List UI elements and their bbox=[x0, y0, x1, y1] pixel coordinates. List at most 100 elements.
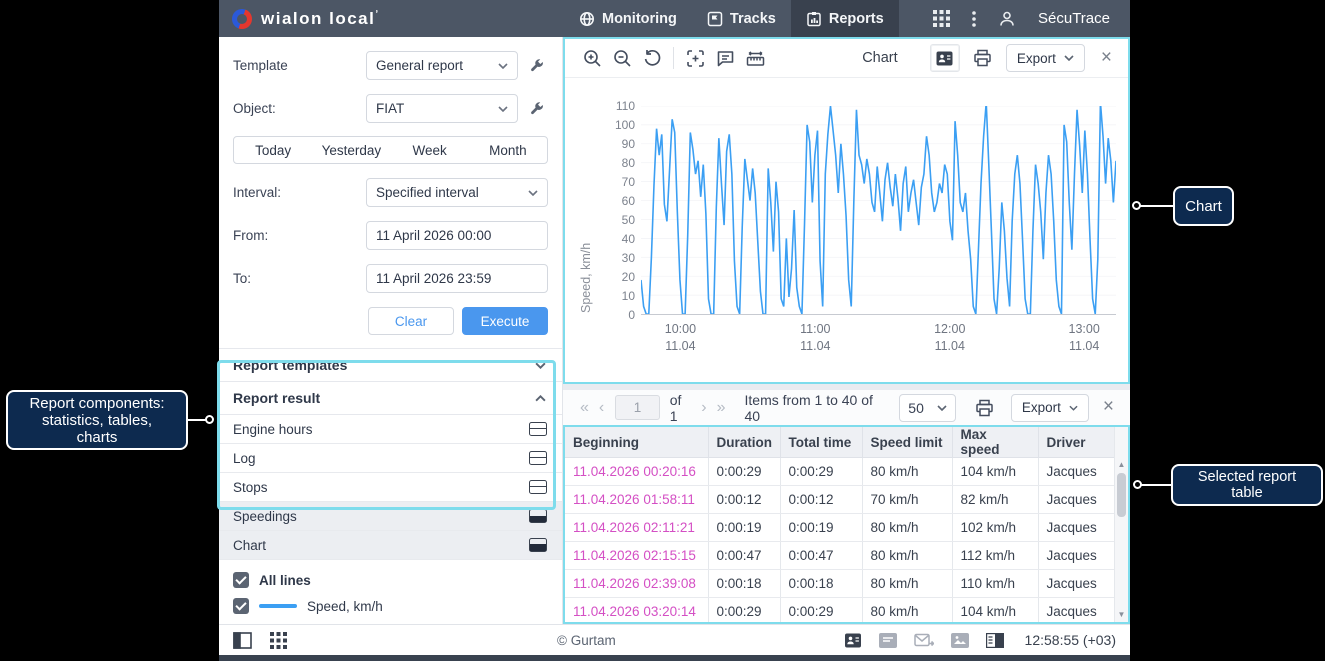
series-label: Speed, km/h bbox=[307, 599, 383, 614]
reset-zoom-icon[interactable] bbox=[637, 49, 667, 68]
col-beginning[interactable]: Beginning bbox=[565, 427, 708, 458]
window-bottom-edge bbox=[219, 655, 1130, 661]
split-view-icon[interactable] bbox=[986, 633, 1004, 648]
col-duration[interactable]: Duration bbox=[708, 427, 780, 458]
ruler-icon[interactable] bbox=[740, 49, 770, 68]
report-templates-section-header[interactable]: Report templates bbox=[219, 348, 562, 381]
col-total-time[interactable]: Total time bbox=[780, 427, 862, 458]
table-scrollbar[interactable]: ▲ ▼ bbox=[1114, 427, 1128, 622]
table-icon bbox=[529, 480, 547, 494]
component-item-engine-hours[interactable]: Engine hours bbox=[219, 415, 562, 444]
cell-total-time: 0:00:12 bbox=[780, 486, 862, 514]
component-item-stops[interactable]: Stops bbox=[219, 473, 562, 502]
first-page-button[interactable]: « bbox=[575, 399, 594, 417]
chart-close-icon[interactable]: × bbox=[1093, 48, 1118, 69]
clear-button[interactable]: Clear bbox=[368, 307, 454, 335]
table-row[interactable]: 11.04.2026 02:39:080:00:180:00:1880 km/h… bbox=[565, 570, 1114, 598]
object-select[interactable]: FIAT bbox=[366, 94, 518, 123]
plot-area[interactable] bbox=[641, 106, 1116, 315]
col-speed-limit[interactable]: Speed limit bbox=[862, 427, 952, 458]
last-page-button[interactable]: » bbox=[712, 399, 731, 417]
cell-driver: Jacques bbox=[1038, 486, 1114, 514]
object-settings-wrench-icon[interactable] bbox=[524, 101, 548, 116]
component-item-speedings[interactable]: Speedings bbox=[219, 502, 562, 531]
y-tick-label: 90 bbox=[622, 137, 635, 151]
object-row: Object: FIAT bbox=[233, 94, 548, 123]
username[interactable]: SécuTrace bbox=[1038, 10, 1110, 27]
scroll-down-arrow-icon[interactable]: ▼ bbox=[1115, 610, 1128, 619]
table-close-icon[interactable]: × bbox=[1095, 397, 1120, 418]
table-export-button[interactable]: Export bbox=[1011, 394, 1089, 422]
to-date-input[interactable]: 11 April 2026 23:59 bbox=[366, 264, 548, 293]
cell-duration: 0:00:29 bbox=[708, 458, 780, 486]
zoom-out-icon[interactable] bbox=[607, 49, 637, 68]
template-select[interactable]: General report bbox=[366, 51, 518, 80]
cell-duration: 0:00:47 bbox=[708, 542, 780, 570]
range-today-button[interactable]: Today bbox=[234, 143, 312, 158]
mail-forward-icon[interactable] bbox=[914, 633, 934, 648]
execute-button[interactable]: Execute bbox=[462, 307, 548, 335]
legend-toggle-button[interactable] bbox=[930, 44, 960, 72]
report-result-section-header[interactable]: Report result bbox=[219, 381, 562, 415]
zoom-in-icon[interactable] bbox=[577, 49, 607, 68]
add-selection-icon[interactable] bbox=[680, 49, 710, 68]
tab-monitoring[interactable]: Monitoring bbox=[564, 0, 692, 37]
cell-duration: 0:00:12 bbox=[708, 486, 780, 514]
y-tick-label: 60 bbox=[622, 194, 635, 208]
component-item-log[interactable]: Log bbox=[219, 444, 562, 473]
table-row[interactable]: 11.04.2026 02:11:210:00:190:00:1980 km/h… bbox=[565, 514, 1114, 542]
table-print-icon[interactable] bbox=[970, 399, 999, 417]
range-month-button[interactable]: Month bbox=[469, 143, 547, 158]
object-value: FIAT bbox=[376, 101, 404, 116]
more-options-icon[interactable] bbox=[972, 11, 976, 27]
page-size-select[interactable]: 50 bbox=[899, 394, 956, 422]
all-lines-label: All lines bbox=[259, 573, 311, 588]
cell-duration: 0:00:29 bbox=[708, 598, 780, 625]
cell-beginning: 11.04.2026 02:39:08 bbox=[565, 570, 708, 598]
components-callout-label: Report components: statistics, tables, c… bbox=[20, 395, 174, 446]
template-settings-wrench-icon[interactable] bbox=[524, 58, 548, 73]
prev-page-button[interactable]: ‹ bbox=[594, 399, 609, 417]
from-date-input[interactable]: 11 April 2026 00:00 bbox=[366, 221, 548, 250]
print-icon[interactable] bbox=[968, 49, 998, 67]
tooltip-message-icon[interactable] bbox=[710, 49, 740, 68]
chart-export-button[interactable]: Export bbox=[1006, 44, 1085, 72]
y-tick-label: 20 bbox=[622, 270, 635, 284]
chart-body: Speed, km/h 0102030405060708090100110 10… bbox=[565, 78, 1128, 381]
bottom-apps-grid-icon[interactable] bbox=[270, 632, 287, 649]
table-callout-label: Selected report table bbox=[1185, 469, 1309, 501]
table-row[interactable]: 11.04.2026 00:20:160:00:290:00:2980 km/h… bbox=[565, 458, 1114, 486]
scrollbar-thumb[interactable] bbox=[1117, 473, 1126, 517]
table-callout-connector bbox=[1141, 484, 1171, 486]
y-tick-label: 50 bbox=[622, 213, 635, 227]
contacts-card-icon[interactable] bbox=[844, 633, 862, 648]
user-account-icon[interactable] bbox=[998, 10, 1016, 28]
top-navigation-bar: wialon localʼ Monitoring Tracks Reports bbox=[219, 0, 1130, 37]
notifications-list-icon[interactable] bbox=[879, 633, 897, 648]
media-image-icon[interactable] bbox=[951, 633, 969, 648]
col-driver[interactable]: Driver bbox=[1038, 427, 1114, 458]
components-callout: Report components: statistics, tables, c… bbox=[6, 390, 188, 450]
page-number-input[interactable]: 1 bbox=[615, 395, 659, 420]
range-yesterday-button[interactable]: Yesterday bbox=[312, 143, 390, 158]
tab-tracks[interactable]: Tracks bbox=[692, 0, 791, 37]
all-lines-checkbox[interactable] bbox=[233, 572, 249, 588]
col-max-speed[interactable]: Max speed bbox=[952, 427, 1038, 458]
next-page-button[interactable]: › bbox=[696, 399, 711, 417]
component-item-chart[interactable]: Chart bbox=[219, 531, 562, 560]
scroll-up-arrow-icon[interactable]: ▲ bbox=[1115, 460, 1128, 469]
chevron-down-icon bbox=[1064, 55, 1074, 61]
series-color-swatch bbox=[259, 604, 297, 608]
quick-range-buttons: Today Yesterday Week Month bbox=[233, 136, 548, 164]
range-week-button[interactable]: Week bbox=[391, 143, 469, 158]
interval-select[interactable]: Specified interval bbox=[366, 178, 548, 207]
apps-grid-icon[interactable] bbox=[933, 10, 950, 27]
toggle-left-panel-icon[interactable] bbox=[233, 632, 252, 649]
speed-series-checkbox[interactable] bbox=[233, 598, 249, 614]
workspace: Chart Export × bbox=[563, 37, 1130, 624]
tab-reports[interactable]: Reports bbox=[791, 0, 899, 37]
table-row[interactable]: 11.04.2026 02:15:150:00:470:00:4780 km/h… bbox=[565, 542, 1114, 570]
table-row[interactable]: 11.04.2026 03:20:140:00:290:00:2980 km/h… bbox=[565, 598, 1114, 625]
report-table-panel: Beginning Duration Total time Speed limi… bbox=[563, 425, 1130, 624]
table-row[interactable]: 11.04.2026 01:58:110:00:120:00:1270 km/h… bbox=[565, 486, 1114, 514]
